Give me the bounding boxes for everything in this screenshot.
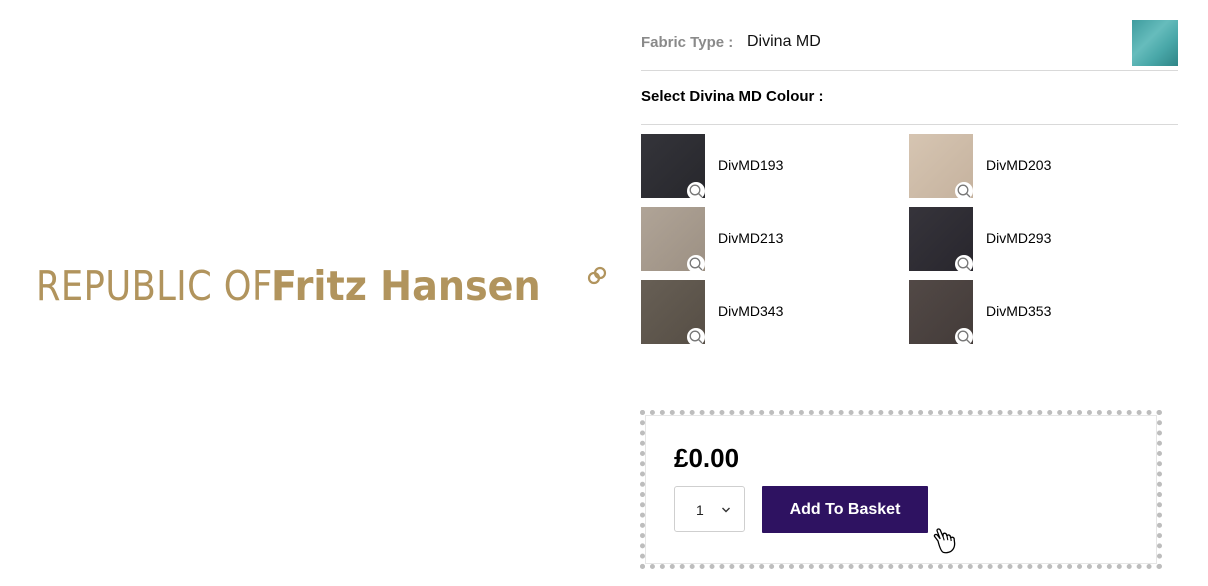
add-to-basket-button[interactable]: Add To Basket bbox=[762, 486, 928, 533]
swatch-label: DivMD193 bbox=[718, 157, 784, 173]
colour-swatch-divmd293[interactable]: DivMD293 bbox=[909, 207, 1169, 273]
hand-pointer-icon bbox=[933, 528, 956, 554]
price: £0.00 bbox=[674, 443, 740, 473]
zoom-icon[interactable] bbox=[687, 182, 705, 200]
swatch-label: DivMD343 bbox=[718, 303, 784, 319]
swatch-label: DivMD293 bbox=[986, 230, 1052, 246]
quantity-select[interactable]: 1 bbox=[674, 486, 745, 532]
colour-selector-heading: Select Divina MD Colour : bbox=[641, 88, 824, 105]
logo-text-bold: Fritz Hansen bbox=[271, 262, 541, 310]
zoom-icon[interactable] bbox=[955, 255, 973, 273]
zoom-icon[interactable] bbox=[687, 255, 705, 273]
swatch-label: DivMD353 bbox=[986, 303, 1052, 319]
quantity-value: 1 bbox=[696, 502, 704, 518]
zoom-icon[interactable] bbox=[955, 182, 973, 200]
fabric-thumbnail[interactable] bbox=[1132, 20, 1178, 66]
colour-swatch-divmd213[interactable]: DivMD213 bbox=[641, 207, 901, 273]
fabric-type-value: Divina MD bbox=[747, 33, 821, 50]
swatch-label: DivMD203 bbox=[986, 157, 1052, 173]
colour-swatch-divmd343[interactable]: DivMD343 bbox=[641, 280, 901, 346]
logo-text-light: REPUBLIC OF bbox=[36, 262, 273, 310]
fabric-type-row: Fabric Type : Divina MD bbox=[641, 20, 1178, 71]
colour-selector-header: Select Divina MD Colour : bbox=[641, 71, 1178, 125]
zoom-icon[interactable] bbox=[687, 328, 705, 346]
logo-mark-icon bbox=[587, 266, 607, 285]
swatch-label: DivMD213 bbox=[718, 230, 784, 246]
colour-swatch-divmd203[interactable]: DivMD203 bbox=[909, 134, 1169, 200]
zoom-icon[interactable] bbox=[955, 328, 973, 346]
fabric-type-label: Fabric Type : bbox=[641, 34, 734, 51]
brand-logo: REPUBLIC OF Fritz Hansen bbox=[36, 262, 607, 314]
colour-swatch-divmd353[interactable]: DivMD353 bbox=[909, 280, 1169, 346]
purchase-panel: £0.00 1 Add To Basket bbox=[640, 410, 1162, 569]
colour-swatch-divmd193[interactable]: DivMD193 bbox=[641, 134, 901, 200]
chevron-down-icon bbox=[722, 507, 730, 513]
purchase-panel-inner: £0.00 1 Add To Basket bbox=[645, 415, 1157, 564]
